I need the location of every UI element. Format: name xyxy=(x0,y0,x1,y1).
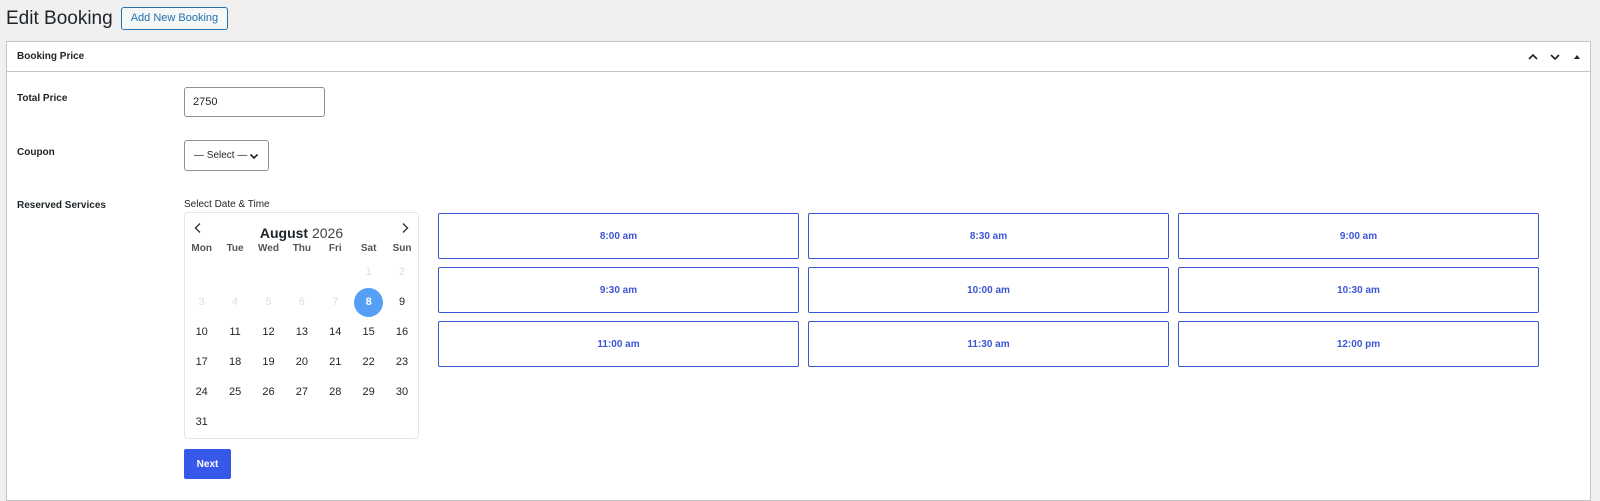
time-slot-button[interactable]: 8:30 am xyxy=(808,213,1169,259)
time-slot-button[interactable]: 8:00 am xyxy=(438,213,799,259)
calendar-day[interactable]: 13 xyxy=(285,317,318,347)
calendar-day[interactable]: 18 xyxy=(218,347,251,377)
calendar-day-selected[interactable]: 8 xyxy=(352,287,385,317)
time-slot-button[interactable]: 9:30 am xyxy=(438,267,799,313)
calendar-day-disabled: 3 xyxy=(198,296,205,308)
postbox-handle-actions xyxy=(1526,50,1584,64)
calendar-day-disabled: 5 xyxy=(265,296,272,308)
calendar-weekday: Thu xyxy=(292,243,312,254)
time-slot-button[interactable]: 10:30 am xyxy=(1178,267,1539,313)
chevron-right-icon[interactable] xyxy=(398,221,412,235)
chevron-down-icon[interactable] xyxy=(1548,50,1562,64)
calendar-day[interactable]: 14 xyxy=(319,317,352,347)
coupon-label: Coupon xyxy=(17,147,55,158)
calendar-year: 2026 xyxy=(311,225,344,241)
calendar-weekday: Tue xyxy=(226,243,244,254)
reserved-services-label: Reserved Services xyxy=(17,200,106,211)
calendar-empty-cell xyxy=(319,257,352,287)
calendar-empty-cell xyxy=(285,257,318,287)
calendar-day[interactable]: 30 xyxy=(385,377,418,407)
page-title: Edit Booking xyxy=(6,7,113,29)
calendar-day[interactable]: 11 xyxy=(218,317,251,347)
time-slot-button[interactable]: 11:00 am xyxy=(438,321,799,367)
calendar-day-disabled: 1 xyxy=(365,266,372,278)
calendar-day[interactable]: 23 xyxy=(385,347,418,377)
calendar-empty-cell xyxy=(185,257,218,287)
page-header: Edit Booking Add New Booking xyxy=(6,7,229,30)
time-slot-button[interactable]: 11:30 am xyxy=(808,321,1169,367)
calendar-weekday: Mon xyxy=(191,243,212,254)
booking-price-postbox: Booking Price Total Price Coupon — Selec… xyxy=(6,41,1591,501)
calendar-day[interactable]: 22 xyxy=(352,347,385,377)
calendar-day-disabled: 4 xyxy=(232,296,239,308)
calendar-day-disabled: 7 xyxy=(332,296,339,308)
add-new-booking-button[interactable]: Add New Booking xyxy=(120,7,229,30)
time-slots: 8:00 am 8:30 am 9:00 am 9:30 am 10:00 am 10:3… xyxy=(438,213,1539,367)
calendar-empty-cell xyxy=(218,257,251,287)
calendar-weekday: Fri xyxy=(328,243,342,254)
calendar-day[interactable]: 9 xyxy=(385,287,418,317)
calendar-weekday: Sat xyxy=(360,243,377,254)
postbox-header: Booking Price xyxy=(7,42,1590,72)
chevron-up-icon[interactable] xyxy=(1526,50,1540,64)
chevron-down-icon xyxy=(249,151,259,161)
time-slot-button[interactable]: 12:00 pm xyxy=(1178,321,1539,367)
calendar-weekday: Sun xyxy=(392,243,412,254)
calendar-day-label: 8 xyxy=(354,287,384,317)
calendar-day[interactable]: 16 xyxy=(385,317,418,347)
calendar-day[interactable]: 12 xyxy=(252,317,285,347)
calendar-day[interactable]: 28 xyxy=(319,377,352,407)
time-slot-button[interactable]: 9:00 am xyxy=(1178,213,1539,259)
calendar-day[interactable]: 15 xyxy=(352,317,385,347)
calendar-day[interactable]: 26 xyxy=(252,377,285,407)
calendar-grid: Mon Tue Wed Thu Fri Sat Sun 1 2 3 4 5 6 7 8 9 10 11 12 13 14… xyxy=(185,241,418,437)
calendar-day-disabled: 6 xyxy=(298,296,305,308)
calendar-day[interactable]: 17 xyxy=(185,347,218,377)
coupon-select[interactable]: — Select — xyxy=(184,140,269,171)
time-slot-button[interactable]: 10:00 am xyxy=(808,267,1169,313)
select-date-time-label: Select Date & Time xyxy=(184,199,270,210)
calendar-day[interactable]: 20 xyxy=(285,347,318,377)
coupon-selected-value: — Select — xyxy=(194,150,248,161)
calendar-day[interactable]: 31 xyxy=(185,407,218,437)
calendar-day[interactable]: 25 xyxy=(218,377,251,407)
calendar-day-disabled: 2 xyxy=(398,266,406,278)
calendar-day[interactable]: 10 xyxy=(185,317,218,347)
calendar-day[interactable]: 27 xyxy=(285,377,318,407)
calendar-day[interactable]: 29 xyxy=(352,377,385,407)
caret-up-icon[interactable] xyxy=(1570,50,1584,64)
calendar-day[interactable]: 24 xyxy=(185,377,218,407)
calendar-month: August xyxy=(259,225,309,241)
booking-calendar: August 2026 Mon Tue Wed Thu Fri Sat Sun 1 2 3 4 5 6 7… xyxy=(184,212,419,439)
calendar-day[interactable]: 19 xyxy=(252,347,285,377)
next-button[interactable]: Next xyxy=(184,449,231,479)
calendar-month-year: August 2026 xyxy=(185,226,418,240)
calendar-weekday: Wed xyxy=(258,243,279,254)
total-price-label: Total Price xyxy=(17,93,68,104)
total-price-input[interactable] xyxy=(184,87,325,117)
calendar-day[interactable]: 21 xyxy=(319,347,352,377)
calendar-empty-cell xyxy=(252,257,285,287)
postbox-title: Booking Price xyxy=(17,51,85,62)
